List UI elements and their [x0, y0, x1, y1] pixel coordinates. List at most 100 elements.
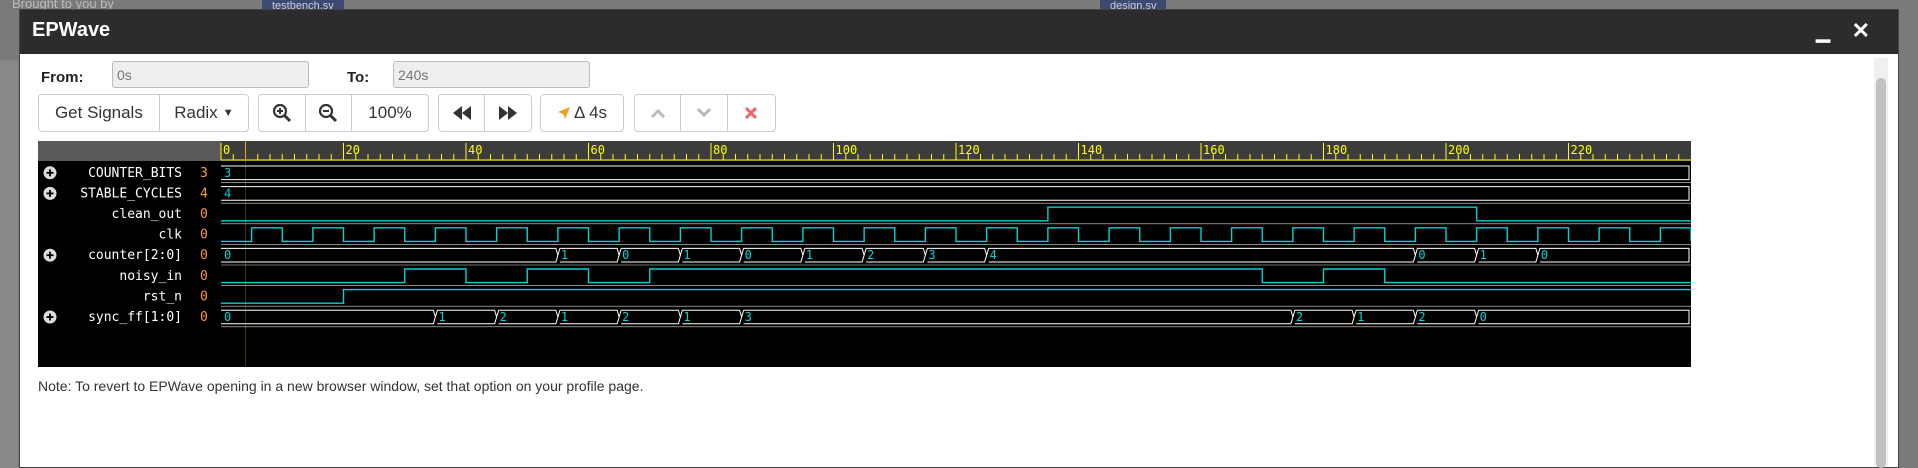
zoom-out-button[interactable] [306, 95, 353, 131]
bus-value-label: 0 [1541, 248, 1548, 262]
ruler-tick-label: 120 [958, 143, 980, 157]
move-down-button[interactable] [681, 95, 728, 131]
ruler-tick-label: 40 [468, 143, 482, 157]
caret-down-icon: ▼ [222, 107, 234, 119]
signal-value: 0 [200, 248, 208, 263]
bus-value-label: 1 [806, 248, 813, 262]
zoom-button-group: 100% [258, 94, 429, 132]
bus-value-label: 0 [224, 310, 231, 324]
bus-value-label: 4 [990, 248, 997, 262]
signal-name-noisyin: noisy_in [119, 269, 182, 284]
bus-segment [741, 309, 1294, 325]
bus-value-label: 1 [561, 310, 568, 324]
waveform-canvas[interactable]: 0 20 40 60 80 100 120 140 160 180 200 220COUNTER_BI… [38, 141, 1692, 367]
fast-forward-button[interactable] [485, 95, 531, 131]
signal-value: 0 [200, 310, 208, 325]
ruler-tick-label: 80 [713, 143, 727, 157]
signal-value: 0 [200, 228, 208, 243]
bus-value-label: 2 [1418, 310, 1425, 324]
from-input[interactable] [112, 61, 309, 88]
cursor-button-group: Δ 4s [540, 94, 624, 132]
bus-value-label: 0 [224, 248, 231, 262]
signal-name-clk: clk [159, 228, 183, 243]
bus-segment [221, 309, 436, 325]
signal-value: 0 [200, 289, 208, 304]
signal-value: 4 [200, 186, 208, 201]
rewind-button[interactable] [439, 95, 486, 131]
ruler-tick-label: 200 [1448, 143, 1470, 157]
signal-name-syncff10: sync_ff[1:0] [88, 310, 182, 325]
background-left-panel [0, 60, 18, 468]
delta-cursor-button[interactable]: Δ 4s [541, 95, 623, 131]
bus-value-label: 0 [622, 248, 629, 262]
signal-name-rstn: rst_n [143, 289, 182, 304]
bus-value-label: 2 [622, 310, 629, 324]
waveform-rstn [221, 288, 1691, 304]
chevron-up-icon [650, 108, 665, 118]
bus-value-label: 3 [928, 248, 935, 262]
bus-segment [221, 165, 1690, 181]
delete-signal-button[interactable] [728, 95, 775, 131]
bus-value-label: 2 [500, 310, 507, 324]
delta-label: Δ 4s [573, 103, 608, 122]
bus-segment [221, 247, 559, 263]
waveform-viewer[interactable]: 0 20 40 60 80 100 120 140 160 180 200 220 COUNTER_BI… [38, 141, 1692, 367]
bus-value-label: 3 [745, 310, 752, 324]
bus-value-label: 4 [224, 186, 231, 200]
delete-icon [745, 107, 758, 119]
ruler-tick-label: 180 [1326, 143, 1348, 157]
from-label: From: [41, 69, 84, 86]
signal-name-counterbits: COUNTER_BITS [88, 166, 182, 181]
profile-note: Note: To revert to EPWave opening in a n… [38, 378, 644, 394]
get-signals-button[interactable]: Get Signals [39, 95, 160, 131]
bus-value-label: 2 [1296, 310, 1303, 324]
radix-button[interactable]: Radix ▼ [160, 95, 248, 131]
zoom-in-icon [272, 103, 291, 123]
bus-value-label: 0 [1480, 310, 1487, 324]
waveform-noisyin [221, 268, 1691, 284]
cursor-icon [557, 107, 570, 119]
bus-value-label: 1 [1480, 248, 1487, 262]
bus-segment [1476, 309, 1690, 325]
signal-name-cleanout: clean_out [112, 207, 182, 222]
signal-value: 3 [200, 166, 208, 181]
bus-value-label: 0 [1418, 248, 1425, 262]
ruler-tick-label: 20 [346, 143, 360, 157]
rewind-icon [452, 106, 471, 120]
vertical-scrollbar[interactable] [1874, 58, 1888, 468]
bus-segment [986, 247, 1416, 263]
fast-forward-icon [499, 106, 517, 120]
ruler-tick-label: 100 [836, 143, 858, 157]
scrollbar-thumb[interactable] [1876, 78, 1886, 468]
bus-value-label: 1 [438, 310, 445, 324]
time-range-row: From: To: [20, 60, 1898, 90]
signal-name-counter20: counter[2:0] [88, 248, 182, 263]
close-icon[interactable]: ✕ [1852, 18, 1870, 44]
ruler-tick-label: 160 [1203, 143, 1225, 157]
bus-value-label: 1 [683, 248, 690, 262]
signal-value: 0 [200, 207, 208, 222]
bus-value-label: 1 [683, 310, 690, 324]
zoom-level-button[interactable]: 100% [352, 95, 428, 131]
window-title: EPWave [32, 19, 111, 41]
window-titlebar[interactable]: EPWave ▁ ✕ [20, 10, 1898, 54]
signal-name-stablecycles: STABLE_CYCLES [80, 186, 182, 201]
bus-value-label: 2 [867, 248, 874, 262]
epwave-window: EPWave ▁ ✕ From: To: Get Signals Radix ▼… [19, 9, 1899, 468]
waveform-cleanout [221, 206, 1691, 222]
ruler-tick-label: 0 [223, 143, 230, 157]
ruler-tick-label: 140 [1081, 143, 1103, 157]
ruler-tick-label: 60 [591, 143, 605, 157]
minimize-icon[interactable]: ▁ [1816, 22, 1830, 43]
move-up-button[interactable] [635, 95, 682, 131]
to-input[interactable] [393, 61, 590, 88]
bus-segment [1537, 247, 1690, 263]
signal-value: 0 [200, 269, 208, 284]
to-label: To: [347, 69, 370, 86]
bus-segment [221, 186, 1690, 201]
radix-label: Radix [174, 103, 218, 122]
waveform-clk [221, 227, 1692, 243]
zoom-in-button[interactable] [259, 95, 306, 131]
signal-order-button-group [634, 94, 776, 132]
zoom-out-icon [319, 103, 338, 123]
